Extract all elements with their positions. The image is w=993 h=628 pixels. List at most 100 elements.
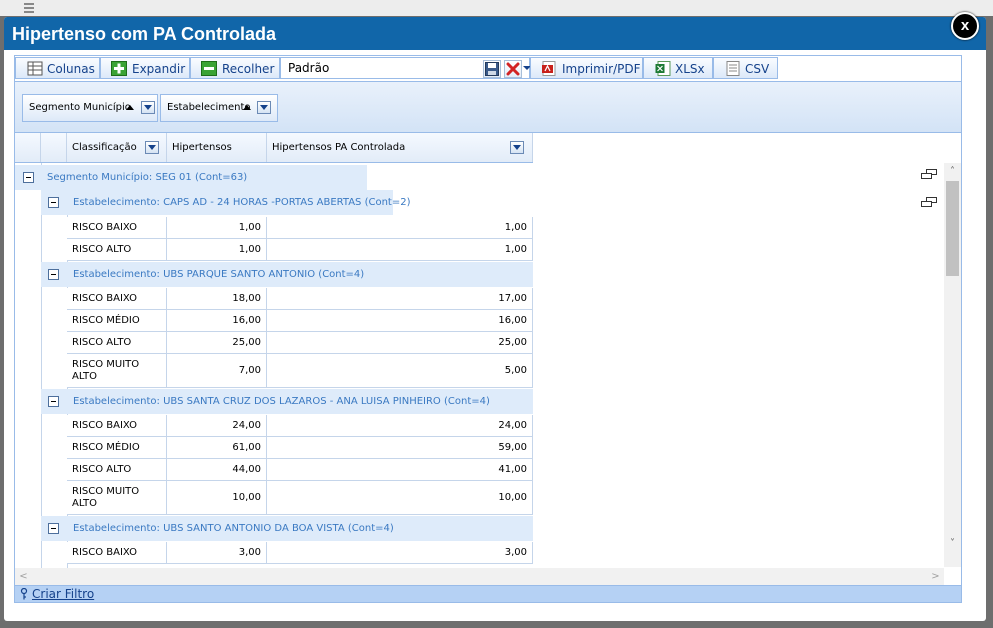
header-avaliados[interactable]: Hipertensos Avaliados bbox=[167, 133, 267, 183]
header-controlada[interactable]: Hipertensos PA Controlada bbox=[267, 133, 533, 162]
table-row[interactable]: RISCO ALTO 44,00 41,00 bbox=[67, 459, 533, 481]
scroll-right-icon[interactable]: > bbox=[927, 568, 944, 585]
header-spacer bbox=[15, 133, 41, 162]
table-row[interactable]: RISCO MÉDIO 61,00 59,00 bbox=[67, 437, 533, 459]
establishment-group-header[interactable]: Estabelecimento: UBS SANTA CRUZ DOS LAZA… bbox=[41, 389, 533, 414]
table-row[interactable]: RISCO ALTO 1,00 1,00 bbox=[67, 239, 533, 261]
segment-label: Segmento Município: SEG 01 (Cont=63) bbox=[47, 172, 248, 183]
vertical-scrollbar[interactable]: ˄ ˅ bbox=[944, 163, 961, 567]
header-spacer bbox=[41, 133, 67, 162]
cell-classificacao: RISCO BAIXO bbox=[67, 415, 167, 436]
column-headers: Classificação Hipertensos Avaliados Hipe… bbox=[15, 133, 533, 183]
cell-classificacao: RISCO ALTO bbox=[67, 459, 167, 480]
toolbar: Colunas Expandir Recolher Padrão Imprimi… bbox=[15, 56, 961, 81]
horizontal-scrollbar[interactable]: < > bbox=[15, 568, 944, 585]
indent-column bbox=[15, 163, 42, 585]
floppy-icon bbox=[485, 62, 499, 76]
table-row[interactable]: RISCO BAIXO 3,00 3,00 bbox=[67, 542, 533, 564]
establishment-group-header[interactable]: Estabelecimento: CAPS AD - 24 HORAS -POR… bbox=[41, 190, 410, 215]
create-filter-link[interactable]: Criar Filtro bbox=[32, 587, 94, 601]
dialog-title: Hipertenso com PA Controlada bbox=[12, 24, 277, 44]
collapse-toggle-icon[interactable] bbox=[48, 523, 59, 534]
header-label: Hipertensos PA Controlada bbox=[272, 142, 406, 153]
table-row[interactable]: RISCO ALTO 25,00 25,00 bbox=[67, 332, 533, 354]
cell-controlada: 16,00 bbox=[267, 310, 533, 331]
grid-body[interactable]: Segmento Município: SEG 01 (Cont=63) Est… bbox=[15, 163, 961, 585]
cell-controlada: 1,00 bbox=[267, 239, 533, 260]
close-button[interactable]: x bbox=[951, 12, 979, 40]
menu-icon bbox=[24, 1, 34, 13]
cell-controlada: 5,00 bbox=[267, 354, 533, 387]
table-row[interactable]: RISCO BAIXO 1,00 1,00 bbox=[67, 217, 533, 239]
popout-icon[interactable] bbox=[921, 197, 938, 209]
footer-bar: Criar Filtro bbox=[15, 585, 961, 602]
cell-avaliados: 7,00 bbox=[167, 354, 267, 387]
print-pdf-button[interactable]: Imprimir/PDF bbox=[530, 57, 643, 79]
cell-controlada: 3,00 bbox=[267, 542, 533, 563]
table-row[interactable]: RISCO BAIXO 24,00 24,00 bbox=[67, 415, 533, 437]
plus-icon bbox=[111, 61, 127, 76]
header-label: Classificação bbox=[72, 142, 137, 153]
establishment-label: Estabelecimento: CAPS AD - 24 HORAS -POR… bbox=[73, 197, 411, 208]
print-pdf-label: Imprimir/PDF bbox=[562, 62, 641, 76]
group-dropdown-button[interactable] bbox=[257, 101, 271, 114]
establishment-label: Estabelecimento: UBS SANTO ANTONIO DA BO… bbox=[73, 523, 394, 534]
table-row[interactable]: RISCO MUITO ALTO 7,00 5,00 bbox=[67, 354, 533, 388]
cell-controlada: 17,00 bbox=[267, 288, 533, 309]
table-row[interactable]: RISCO BAIXO 18,00 17,00 bbox=[67, 288, 533, 310]
collapse-toggle-icon[interactable] bbox=[48, 269, 59, 280]
cell-controlada: 41,00 bbox=[267, 459, 533, 480]
columns-button[interactable]: Colunas bbox=[15, 57, 100, 79]
cell-classificacao: RISCO MÉDIO bbox=[67, 310, 167, 331]
group-chip-label: Estabelecimento bbox=[167, 102, 251, 113]
cell-classificacao: RISCO ALTO bbox=[67, 239, 167, 260]
cell-classificacao: RISCO MÉDIO bbox=[67, 437, 167, 458]
column-dropdown-button[interactable] bbox=[510, 141, 524, 154]
establishment-group-header[interactable]: Estabelecimento: UBS PARQUE SANTO ANTONI… bbox=[41, 262, 533, 287]
scroll-thumb[interactable] bbox=[946, 181, 959, 276]
cell-classificacao: RISCO BAIXO bbox=[67, 217, 167, 238]
cell-avaliados: 61,00 bbox=[167, 437, 267, 458]
cell-avaliados: 18,00 bbox=[167, 288, 267, 309]
collapse-toggle-icon[interactable] bbox=[48, 396, 59, 407]
pdf-icon bbox=[542, 61, 556, 76]
preset-value: Padrão bbox=[288, 61, 330, 75]
sort-asc-icon[interactable] bbox=[243, 105, 251, 110]
segment-group-header[interactable]: Segmento Município: SEG 01 (Cont=63) bbox=[15, 165, 367, 190]
scroll-down-icon[interactable]: ˅ bbox=[944, 535, 961, 552]
collapse-button[interactable]: Recolher bbox=[190, 57, 280, 79]
column-dropdown-button[interactable] bbox=[145, 141, 159, 154]
cell-avaliados: 1,00 bbox=[167, 239, 267, 260]
cell-avaliados: 24,00 bbox=[167, 415, 267, 436]
cell-classificacao: RISCO MUITO ALTO bbox=[67, 481, 167, 514]
scroll-up-icon[interactable]: ˄ bbox=[944, 163, 961, 180]
expand-button[interactable]: Expandir bbox=[100, 57, 190, 79]
columns-icon bbox=[27, 61, 43, 76]
header-classificacao[interactable]: Classificação bbox=[67, 133, 167, 162]
collapse-toggle-icon[interactable] bbox=[23, 172, 34, 183]
table-row[interactable]: RISCO MÉDIO 16,00 16,00 bbox=[67, 310, 533, 332]
group-dropdown-button[interactable] bbox=[141, 101, 155, 114]
group-chip-estabelecimento[interactable]: Estabelecimento bbox=[160, 94, 278, 122]
dialog-title-bar: Hipertenso com PA Controlada bbox=[4, 17, 986, 50]
popout-icon[interactable] bbox=[921, 169, 938, 181]
layout-preset-field[interactable]: Padrão bbox=[280, 57, 531, 79]
establishment-label: Estabelecimento: UBS PARQUE SANTO ANTONI… bbox=[73, 269, 365, 280]
establishment-label: Estabelecimento: UBS SANTA CRUZ DOS LAZA… bbox=[73, 396, 490, 407]
background-app-strip bbox=[0, 0, 993, 16]
scroll-left-icon[interactable]: < bbox=[15, 568, 32, 585]
csv-button[interactable]: CSV bbox=[713, 57, 778, 79]
sort-asc-icon[interactable] bbox=[126, 105, 134, 110]
table-row[interactable]: RISCO MUITO ALTO 10,00 10,00 bbox=[67, 481, 533, 515]
cell-controlada: 25,00 bbox=[267, 332, 533, 353]
establishment-group-header[interactable]: Estabelecimento: UBS SANTO ANTONIO DA BO… bbox=[41, 516, 533, 541]
cell-controlada: 10,00 bbox=[267, 481, 533, 514]
group-chip-segmento[interactable]: Segmento Município bbox=[22, 94, 158, 122]
cell-avaliados: 10,00 bbox=[167, 481, 267, 514]
group-by-area: Segmento Município Estabelecimento bbox=[15, 81, 961, 133]
save-layout-button[interactable] bbox=[483, 60, 501, 78]
xlsx-button[interactable]: XLSx bbox=[643, 57, 713, 79]
collapse-toggle-icon[interactable] bbox=[48, 197, 59, 208]
cell-classificacao: RISCO BAIXO bbox=[67, 288, 167, 309]
delete-layout-button[interactable] bbox=[504, 60, 522, 78]
